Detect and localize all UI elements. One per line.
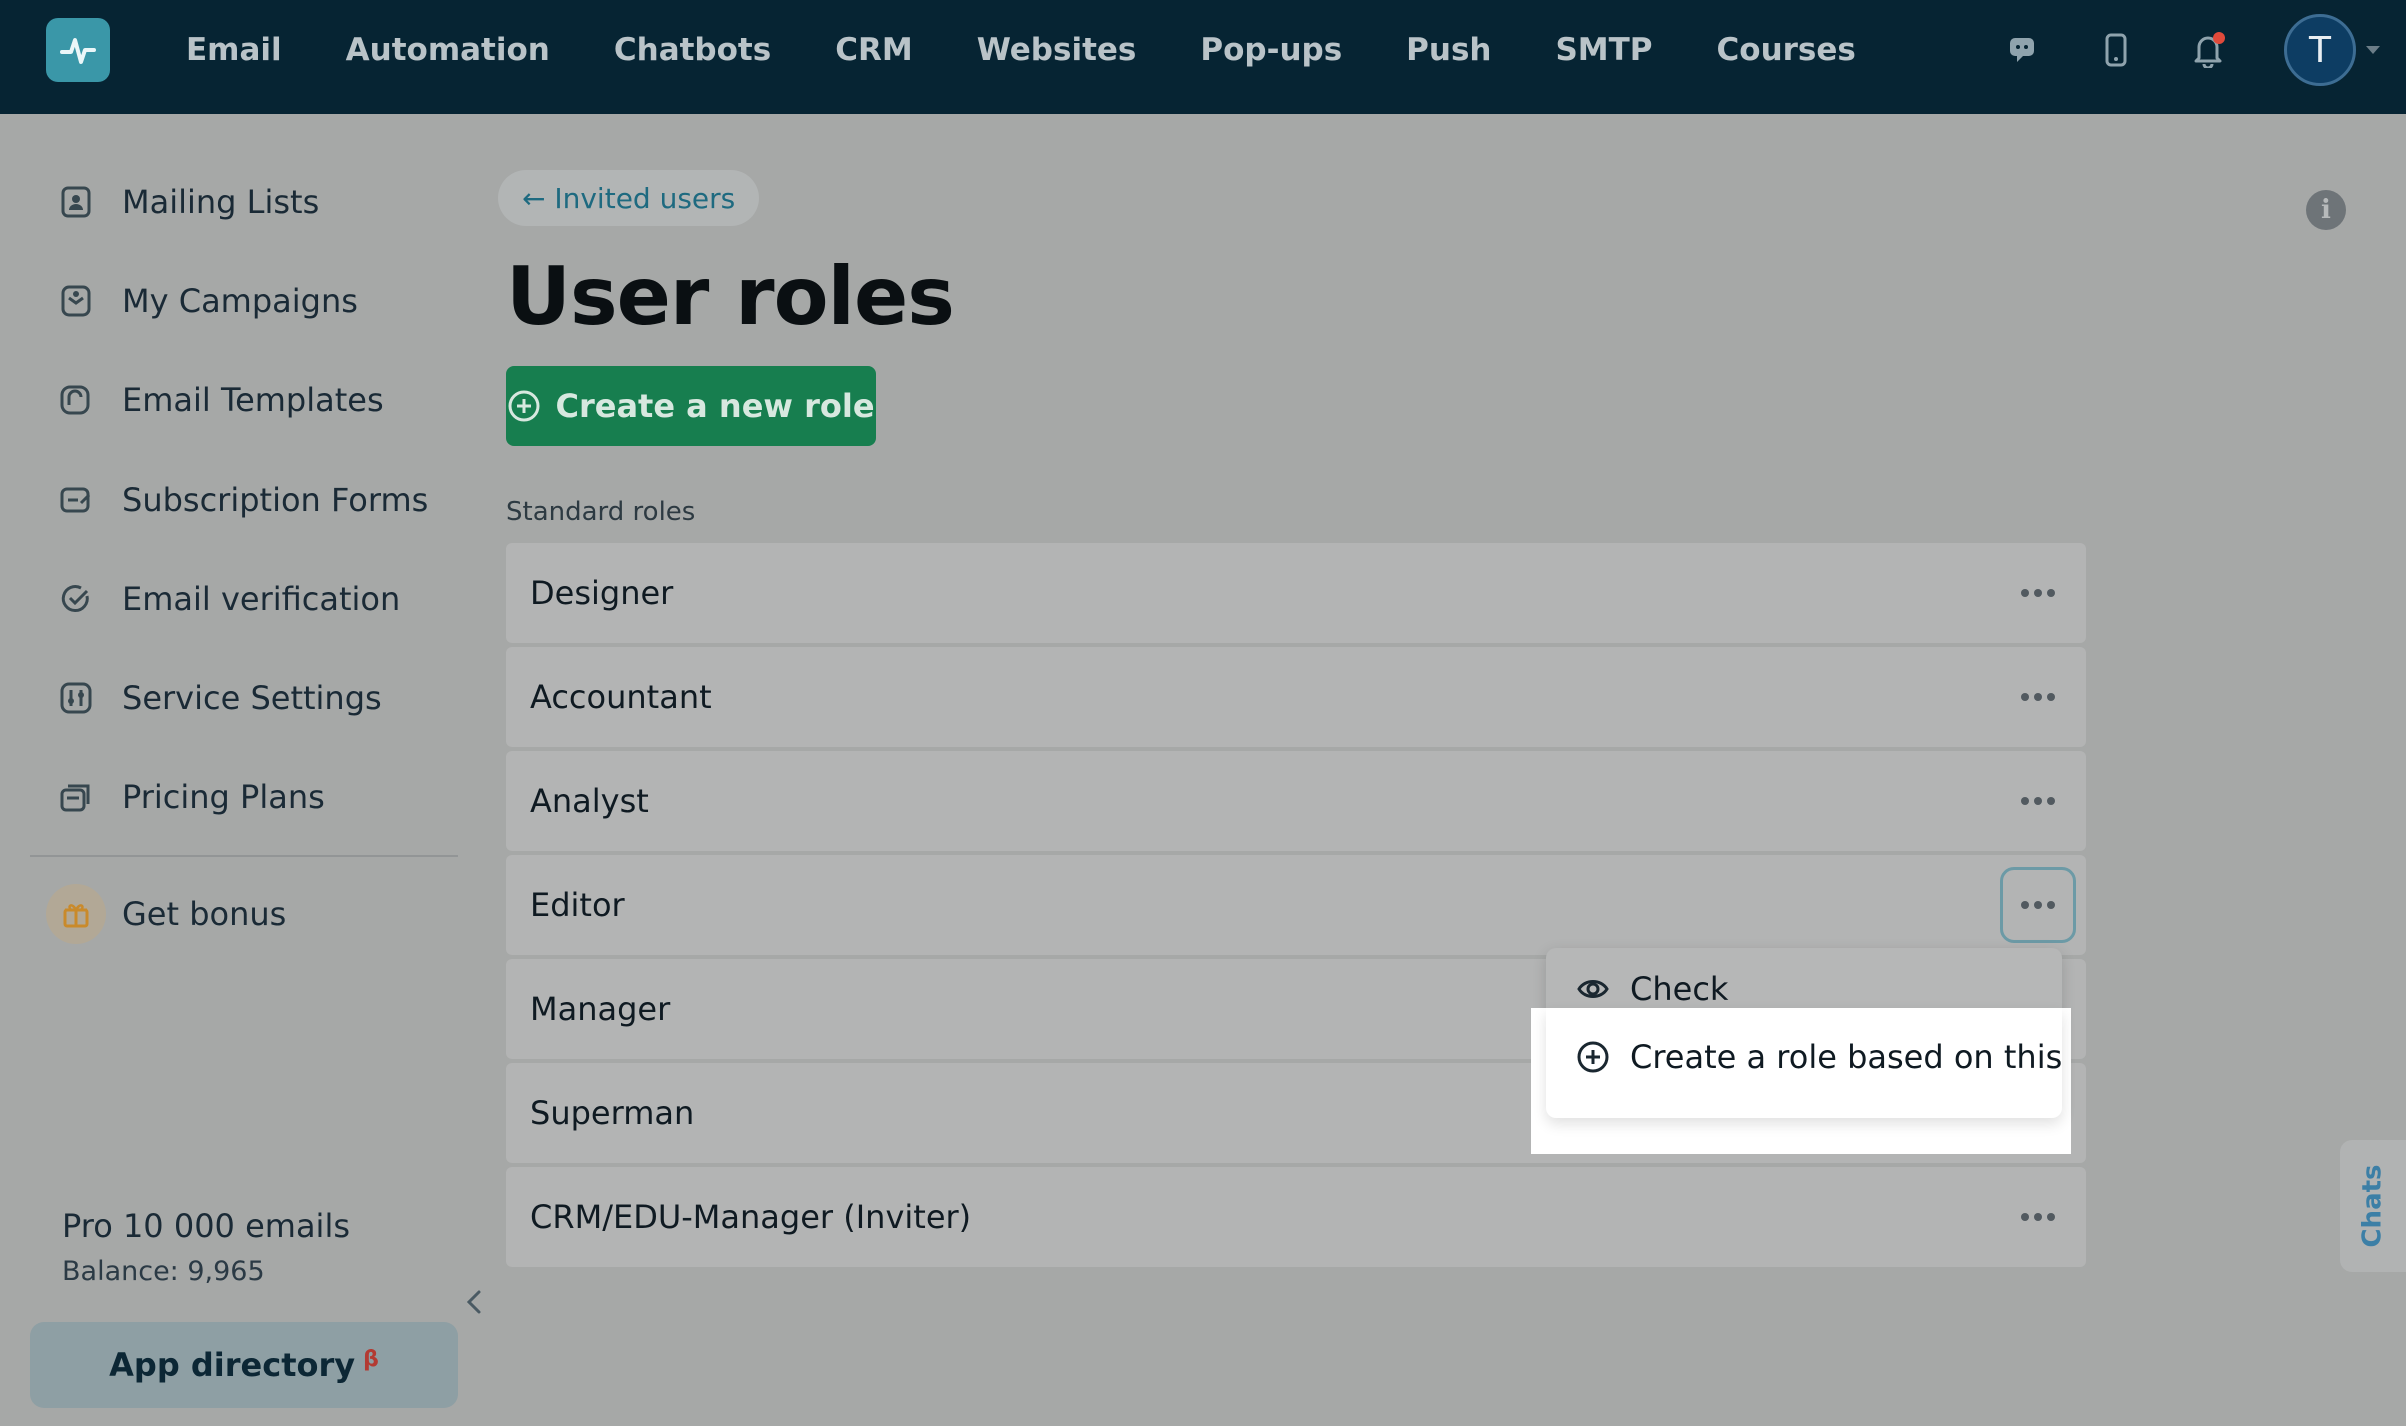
app-directory-label: App directory (109, 1346, 356, 1384)
pricing-icon (56, 777, 96, 817)
nav-email[interactable]: Email (186, 32, 282, 68)
templates-icon (56, 380, 96, 420)
role-name: Accountant (530, 678, 712, 716)
sidebar-item-subscription-forms[interactable]: Subscription Forms (56, 470, 428, 530)
more-dots-icon (2021, 693, 2055, 701)
settings-icon (56, 678, 96, 718)
sidebar-item-label: Email verification (122, 580, 401, 618)
sidebar-item-label: Service Settings (122, 679, 382, 717)
section-label: Standard roles (506, 497, 696, 527)
more-options-button-active[interactable] (2000, 867, 2076, 943)
role-row[interactable]: Designer (506, 543, 2086, 643)
role-row[interactable]: Accountant (506, 647, 2086, 747)
plus-circle-icon (508, 390, 540, 422)
role-name: Editor (530, 886, 625, 924)
back-to-invited-users-link[interactable]: ← Invited users (498, 170, 760, 226)
info-icon[interactable]: i (2306, 190, 2346, 230)
sidebar-item-email-verification[interactable]: Email verification (56, 569, 400, 629)
campaigns-icon (56, 281, 96, 321)
role-row[interactable]: CRM/EDU-Manager (Inviter) (506, 1167, 2086, 1267)
forms-icon (56, 480, 96, 520)
nav-popups[interactable]: Pop-ups (1200, 32, 1342, 68)
menu-item-check[interactable]: Check (1576, 970, 1728, 1008)
more-dots-icon (2021, 1213, 2055, 1221)
chats-tab-label: Chats (2358, 1164, 2389, 1248)
mobile-icon[interactable] (2096, 30, 2136, 70)
role-row[interactable]: Analyst (506, 751, 2086, 851)
nav-courses[interactable]: Courses (1717, 32, 1856, 68)
app-logo-icon[interactable] (46, 18, 110, 82)
sidebar-item-label: Subscription Forms (122, 481, 429, 519)
more-options-button[interactable] (2000, 555, 2076, 631)
sidebar-item-service-settings[interactable]: Service Settings (56, 668, 382, 728)
chat-bubble-icon[interactable] (2002, 30, 2042, 70)
back-link-label: ← Invited users (522, 181, 736, 215)
get-bonus-link[interactable]: Get bonus (46, 884, 287, 944)
nav-automation[interactable]: Automation (346, 32, 550, 68)
gift-icon (46, 884, 106, 944)
nav-websites[interactable]: Websites (977, 32, 1137, 68)
role-row-active[interactable]: Editor (506, 855, 2086, 955)
menu-item-create-role-based[interactable]: Create a role based on this (1576, 1038, 2062, 1076)
page-title: User roles (506, 250, 955, 343)
chevron-down-icon[interactable] (2366, 46, 2380, 54)
nav-smtp[interactable]: SMTP (1555, 32, 1652, 68)
more-options-button[interactable] (2000, 659, 2076, 735)
more-dots-icon (2021, 589, 2055, 597)
sidebar-divider (30, 855, 458, 857)
plan-name[interactable]: Pro 10 000 emails (62, 1207, 350, 1245)
beta-badge: β (363, 1346, 379, 1372)
sidebar-item-pricing-plans[interactable]: Pricing Plans (56, 767, 325, 827)
role-name: Superman (530, 1094, 695, 1132)
chats-tab[interactable]: Chats (2340, 1140, 2406, 1272)
contacts-icon (56, 182, 96, 222)
more-options-button[interactable] (2000, 1179, 2076, 1255)
menu-item-label: Check (1630, 970, 1729, 1008)
collapse-sidebar-icon[interactable] (460, 1288, 488, 1316)
notification-bell-icon[interactable] (2188, 30, 2228, 70)
top-navigation: Email Automation Chatbots CRM Websites P… (0, 0, 2406, 114)
sidebar-item-mailing-lists[interactable]: Mailing Lists (56, 172, 319, 232)
sidebar-item-label: My Campaigns (122, 282, 358, 320)
check-circle-icon (56, 579, 96, 619)
sidebar-item-label: Mailing Lists (122, 183, 320, 221)
sidebar-item-label: Pricing Plans (122, 778, 325, 816)
role-name: Analyst (530, 782, 649, 820)
menu-item-label: Create a role based on this (1630, 1038, 2063, 1076)
nav-crm[interactable]: CRM (835, 32, 912, 68)
more-dots-icon (2021, 901, 2055, 909)
sidebar-item-email-templates[interactable]: Email Templates (56, 370, 384, 430)
plan-balance: Balance: 9,965 (62, 1256, 265, 1287)
more-options-button[interactable] (2000, 763, 2076, 839)
more-dots-icon (2021, 797, 2055, 805)
plus-circle-icon (1577, 1041, 1609, 1073)
sidebar-item-my-campaigns[interactable]: My Campaigns (56, 271, 358, 331)
get-bonus-label: Get bonus (122, 895, 287, 933)
role-name: Manager (530, 990, 671, 1028)
role-name: Designer (530, 574, 674, 612)
menu-item-highlight: Create a role based on this (1546, 1008, 2062, 1118)
app-directory-button[interactable]: App directory β (30, 1322, 458, 1408)
nav-push[interactable]: Push (1406, 32, 1491, 68)
create-new-role-button[interactable]: Create a new role (506, 366, 876, 446)
sidebar-item-label: Email Templates (122, 381, 384, 419)
user-avatar[interactable]: T (2284, 14, 2356, 86)
eye-icon (1577, 980, 1609, 998)
create-new-role-label: Create a new role (555, 387, 875, 425)
nav-chatbots[interactable]: Chatbots (614, 32, 771, 68)
main-menu: Email Automation Chatbots CRM Websites P… (186, 0, 1920, 100)
role-name: CRM/EDU-Manager (Inviter) (530, 1198, 972, 1236)
